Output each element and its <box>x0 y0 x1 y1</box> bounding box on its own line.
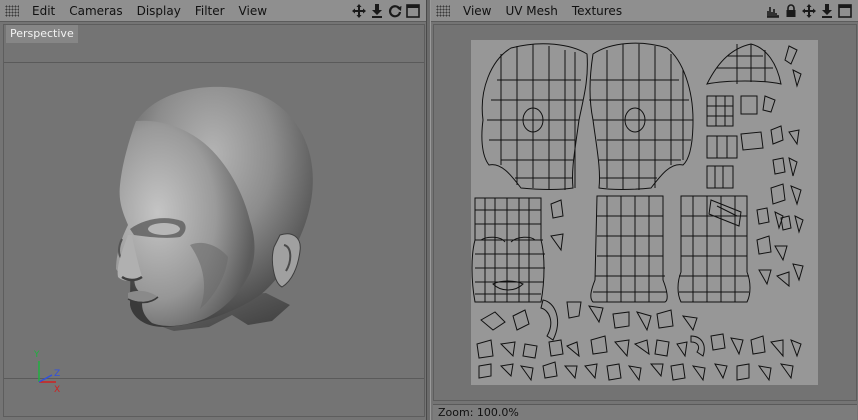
menu-textures[interactable]: Textures <box>565 4 629 18</box>
menu-view[interactable]: View <box>232 4 274 18</box>
uv-editor-panel: View UV Mesh Textures Zoom: 100.0% <box>430 0 858 420</box>
maximize-icon[interactable] <box>405 3 420 18</box>
perspective-viewport[interactable]: Perspective Y Z X <box>3 24 425 417</box>
axis-x-label: X <box>54 385 61 395</box>
menu-uv-mesh[interactable]: UV Mesh <box>498 4 564 18</box>
uv-shell-neck-front[interactable] <box>590 195 668 303</box>
uv-shell-scalp[interactable] <box>706 43 782 85</box>
menu-edit[interactable]: Edit <box>25 4 62 18</box>
move-arrows-icon[interactable] <box>801 3 816 18</box>
head-model[interactable] <box>4 25 425 417</box>
uv-shell-fragments[interactable] <box>476 199 804 382</box>
lock-icon[interactable] <box>783 3 798 18</box>
menu-filter[interactable]: Filter <box>188 4 232 18</box>
uv-mesh[interactable] <box>471 40 818 385</box>
left-menubar: Edit Cameras Display Filter View <box>0 0 426 22</box>
down-arrows-icon[interactable] <box>819 3 834 18</box>
axis-z-label: Z <box>54 369 61 379</box>
histogram-icon[interactable] <box>765 3 780 18</box>
uv-shell-face[interactable] <box>471 197 545 303</box>
maximize-icon[interactable] <box>837 3 852 18</box>
panel-grip-icon[interactable] <box>5 4 19 17</box>
uv-shell-head-right[interactable] <box>589 42 694 190</box>
zoom-readout: Zoom: 100.0% <box>438 406 519 419</box>
panel-grip-icon[interactable] <box>436 4 450 17</box>
down-arrows-icon[interactable] <box>369 3 384 18</box>
uv-viewport[interactable] <box>433 24 857 401</box>
rotate-icon[interactable] <box>387 3 402 18</box>
axis-y-label: Y <box>34 350 40 360</box>
uv-texture-space[interactable] <box>471 40 818 385</box>
perspective-panel: Edit Cameras Display Filter View Perspec… <box>0 0 427 420</box>
menu-cameras[interactable]: Cameras <box>62 4 129 18</box>
move-arrows-icon[interactable] <box>351 3 366 18</box>
menu-display[interactable]: Display <box>130 4 188 18</box>
menu-view[interactable]: View <box>456 4 498 18</box>
status-bar: Zoom: 100.0% <box>433 404 857 420</box>
uv-shell-head-left[interactable] <box>481 43 588 190</box>
right-menubar: View UV Mesh Textures <box>431 0 858 22</box>
uv-shell-neck-back[interactable] <box>677 195 751 303</box>
